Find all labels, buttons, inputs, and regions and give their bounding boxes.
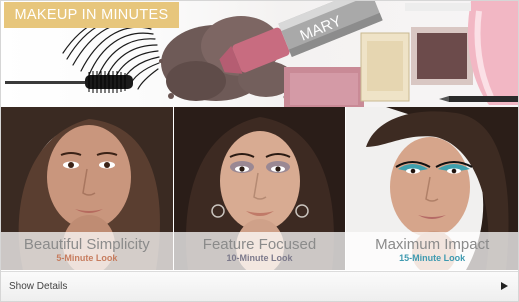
makeup-widget: MARY MAKEUP IN MINUTES Beautiful Simplic…: [0, 0, 519, 302]
look-card-feature-focused[interactable]: Feature Focused 10-Minute Look: [173, 107, 346, 270]
show-details-label: Show Details: [9, 281, 68, 292]
page-title: MAKEUP IN MINUTES: [4, 2, 179, 28]
look-card-maximum-impact[interactable]: Maximum Impact 15-Minute Look: [346, 107, 518, 270]
look-duration: 5-Minute Look: [56, 253, 118, 263]
look-card-beautiful-simplicity[interactable]: Beautiful Simplicity 5-Minute Look: [1, 107, 173, 270]
banner: MARY MAKEUP IN MINUTES: [1, 1, 518, 107]
look-title: Feature Focused: [202, 236, 317, 253]
show-details-bar[interactable]: Show Details: [1, 271, 518, 301]
play-arrow-icon[interactable]: [501, 282, 508, 290]
eyeliner-pencil-icon: [439, 96, 518, 102]
look-title: Maximum Impact: [375, 236, 490, 253]
look-duration: 15-Minute Look: [399, 253, 466, 263]
lip-gloss-icon: [467, 1, 518, 105]
mascara-wand-icon: [5, 71, 133, 93]
looks-panels: Beautiful Simplicity 5-Minute Look Featu…: [1, 107, 518, 270]
look-title: Beautiful Simplicity: [23, 236, 150, 253]
look-caption: Feature Focused 10-Minute Look: [173, 232, 346, 270]
look-caption: Beautiful Simplicity 5-Minute Look: [1, 232, 173, 270]
look-caption: Maximum Impact 15-Minute Look: [346, 232, 518, 270]
look-duration: 10-Minute Look: [226, 253, 293, 263]
